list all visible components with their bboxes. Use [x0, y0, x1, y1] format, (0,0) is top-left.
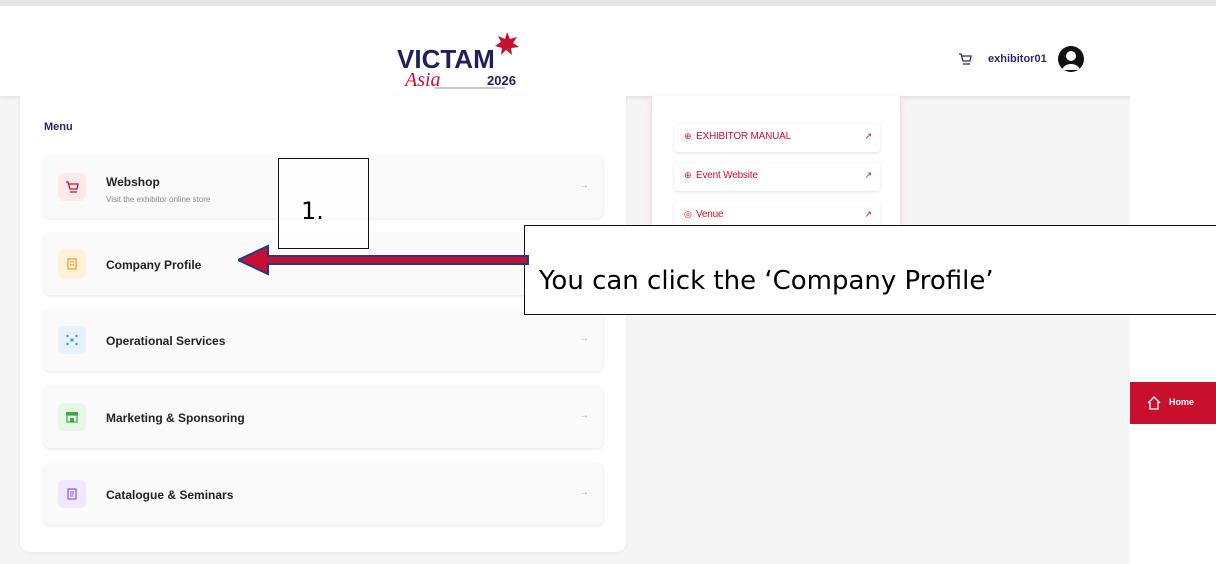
pointer-arrow-icon: [238, 244, 529, 276]
callout-text: You can click the ‘Company Profile’: [539, 266, 994, 296]
globe-icon: ⊕: [684, 170, 692, 180]
menu-item-marketing-sponsoring[interactable]: Marketing & Sponsoring →: [44, 386, 603, 448]
arrow-right-icon: →: [579, 487, 589, 498]
step-number: 1.: [301, 197, 324, 225]
svg-text:2026: 2026: [487, 73, 516, 88]
link-label: Venue: [696, 209, 724, 220]
menu-item-label: Catalogue & Seminars: [106, 488, 234, 502]
link-label: Event Website: [696, 170, 758, 181]
location-icon: ◎: [684, 209, 692, 219]
external-link-icon: ↗: [864, 170, 872, 180]
external-link-icon: ↗: [864, 131, 872, 141]
menu-item-label: Operational Services: [106, 334, 226, 348]
username-label[interactable]: exhibitor01: [988, 53, 1047, 65]
menu-item-label: Marketing & Sponsoring: [106, 411, 245, 425]
link-label: EXHIBITOR MANUAL: [696, 131, 791, 142]
menu-item-label: Company Profile: [106, 258, 202, 272]
book-icon: [58, 480, 86, 508]
storefront-icon: [58, 403, 86, 431]
arrow-right-icon: →: [579, 410, 589, 421]
arrow-right-icon: →: [579, 180, 589, 191]
svg-text:Asia: Asia: [403, 69, 441, 91]
cart-icon: [58, 173, 86, 201]
menu-item-catalogue-seminars[interactable]: Catalogue & Seminars →: [44, 463, 603, 525]
network-icon: [58, 326, 86, 354]
top-header: [0, 0, 1216, 96]
step-number-box: 1.: [278, 158, 369, 249]
user-avatar-icon[interactable]: [1058, 46, 1084, 72]
link-event-website[interactable]: ⊕ Event Website ↗: [674, 163, 880, 191]
menu-item-operational-services[interactable]: Operational Services →: [44, 309, 603, 371]
building-icon: [58, 250, 86, 278]
arrow-right-icon: →: [579, 333, 589, 344]
home-button[interactable]: Home: [1130, 382, 1216, 424]
menu-title: Menu: [44, 121, 73, 133]
home-icon: [1146, 395, 1162, 411]
globe-icon: ⊕: [684, 131, 692, 141]
home-label: Home: [1169, 397, 1195, 407]
right-sidebar: [1130, 96, 1216, 564]
link-exhibitor-manual[interactable]: ⊕ EXHIBITOR MANUAL ↗: [674, 124, 880, 152]
menu-item-subtitle: Visit the exhibitor online store: [106, 195, 211, 204]
menu-item-label: Webshop: [106, 175, 160, 189]
victam-asia-logo[interactable]: VICTAM Asia 2026: [395, 30, 525, 92]
callout-box: You can click the ‘Company Profile’: [524, 225, 1216, 315]
cart-icon[interactable]: [958, 52, 972, 66]
external-link-icon: ↗: [864, 209, 872, 219]
